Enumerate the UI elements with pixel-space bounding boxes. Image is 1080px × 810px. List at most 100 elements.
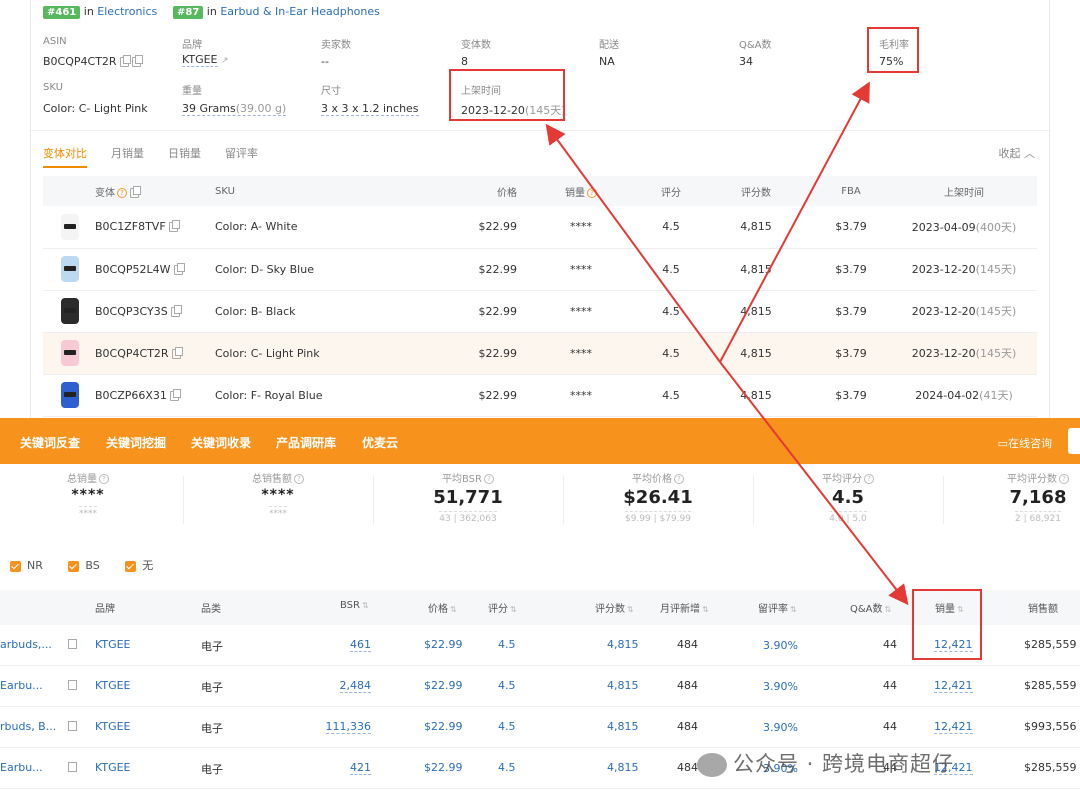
- sort-icon[interactable]: ⇅: [627, 605, 634, 614]
- nav-keyword-mining[interactable]: 关键词挖掘: [106, 434, 166, 451]
- header-reviews[interactable]: 评分数 ⇅: [595, 600, 634, 615]
- tab-monthly-sales[interactable]: 月销量: [111, 145, 144, 161]
- size-value: 3 x 3 x 1.2 inches: [321, 102, 419, 116]
- help-icon[interactable]: ?: [864, 474, 874, 484]
- tab-variant-compare[interactable]: 变体对比: [43, 145, 87, 168]
- header-qa[interactable]: Q&A数 ⇅: [850, 600, 891, 615]
- variant-asin[interactable]: B0CZP66X31: [95, 389, 167, 402]
- brand-link[interactable]: KTGEE: [95, 720, 131, 733]
- checkbox-checked[interactable]: [125, 560, 137, 572]
- online-consult-button[interactable]: ▭在线咨询: [998, 435, 1052, 451]
- sort-icon[interactable]: ⇅: [362, 601, 369, 610]
- sales-link[interactable]: 12,421: [934, 720, 973, 734]
- checkbox-checked[interactable]: [68, 560, 80, 572]
- header-price[interactable]: 价格 ⇅: [428, 600, 457, 615]
- variant-row[interactable]: B0C1ZF8TVF Color: A- White $22.99 **** 4…: [43, 206, 1037, 249]
- listed-highlight-box: [449, 69, 565, 121]
- help-icon[interactable]: ?: [587, 187, 597, 198]
- header-bsr[interactable]: BSR ⇅: [340, 600, 369, 611]
- sales-link[interactable]: 12,421: [934, 679, 973, 693]
- product-title-link[interactable]: rbuds, B...: [0, 720, 56, 733]
- brand-link[interactable]: KTGEE ↗: [182, 53, 229, 67]
- bsr-link[interactable]: 2,484: [339, 679, 371, 693]
- doc-icon[interactable]: [68, 639, 77, 652]
- table-row[interactable]: Earbu... KTGEE 电子 2,484 $22.99 4.5 4,815…: [0, 666, 1080, 707]
- collapse-button[interactable]: 收起 ︿: [999, 145, 1036, 161]
- divider: [31, 130, 1049, 131]
- side-flag-icon[interactable]: [1068, 428, 1080, 454]
- copy-icon[interactable]: [173, 262, 185, 275]
- doc-icon[interactable]: [68, 762, 77, 775]
- filter-bs[interactable]: BS: [68, 559, 100, 572]
- filter-nr[interactable]: NR: [10, 559, 43, 572]
- sort-icon[interactable]: ⇅: [885, 605, 892, 614]
- variant-asin[interactable]: B0CQP52L4W: [95, 263, 171, 276]
- help-icon[interactable]: ?: [483, 474, 494, 484]
- product-title-link[interactable]: arbuds,...: [0, 638, 52, 651]
- table-row[interactable]: arbuds,... KTGEE 电子 461 $22.99 4.5 4,815…: [0, 625, 1080, 666]
- brand-link[interactable]: KTGEE: [95, 638, 131, 651]
- copy-icon[interactable]: [168, 220, 180, 233]
- bsr-link[interactable]: 461: [350, 638, 371, 652]
- help-icon[interactable]: ?: [674, 474, 684, 484]
- rank-category-link[interactable]: Earbud & In-Ear Headphones: [220, 5, 380, 18]
- doc-icon[interactable]: [68, 680, 77, 693]
- product-thumbnail[interactable]: [61, 256, 79, 282]
- variant-reviews: 4,815: [701, 374, 811, 417]
- help-icon[interactable]: ?: [117, 187, 127, 198]
- bsr-link[interactable]: 421: [350, 761, 371, 775]
- copy-icon[interactable]: [131, 55, 143, 67]
- tab-daily-sales[interactable]: 日销量: [168, 145, 201, 161]
- header-rating[interactable]: 评分 ⇅: [488, 600, 517, 615]
- stat-value: ****: [261, 487, 295, 503]
- stat-value: 7,168: [1009, 487, 1067, 508]
- rank-category-link[interactable]: Electronics: [97, 5, 157, 18]
- monthly-new-cell: 484: [677, 720, 698, 733]
- sales-link[interactable]: 12,421: [934, 638, 973, 652]
- doc-icon[interactable]: [68, 721, 77, 734]
- product-title-link[interactable]: Earbu...: [0, 679, 43, 692]
- variant-thumb-cell: [43, 248, 91, 291]
- header-monthly-new[interactable]: 月评新增 ⇅: [660, 600, 709, 615]
- thumb-header: [43, 176, 91, 206]
- brand-link[interactable]: KTGEE: [95, 761, 131, 774]
- variant-asin[interactable]: B0C1ZF8TVF: [95, 220, 166, 233]
- brand-text[interactable]: KTGEE: [182, 53, 218, 67]
- filter-none[interactable]: 无: [125, 559, 153, 572]
- product-thumbnail[interactable]: [61, 340, 79, 366]
- copy-icon[interactable]: [170, 304, 182, 317]
- header-review-rate[interactable]: 留评率 ⇅: [758, 600, 797, 615]
- nav-keyword-reverse[interactable]: 关键词反查: [20, 434, 80, 451]
- tab-review-rate[interactable]: 留评率: [225, 145, 258, 161]
- copy-icon[interactable]: [130, 185, 141, 198]
- product-thumbnail[interactable]: [61, 382, 79, 408]
- help-icon[interactable]: ?: [294, 474, 304, 484]
- checkbox-checked[interactable]: [10, 560, 21, 572]
- variant-asin[interactable]: B0CQP3CY3S: [95, 305, 168, 318]
- variant-row[interactable]: B0CQP4CT2R Color: C- Light Pink $22.99 *…: [43, 332, 1037, 375]
- sort-icon[interactable]: ⇅: [702, 605, 709, 614]
- variant-row[interactable]: B0CQP52L4W Color: D- Sky Blue $22.99 ***…: [43, 248, 1037, 291]
- external-link-icon[interactable]: ↗: [221, 56, 229, 66]
- table-row[interactable]: rbuds, B... KTGEE 电子 111,336 $22.99 4.5 …: [0, 707, 1080, 748]
- nav-youmaiyun[interactable]: 优麦云: [362, 434, 398, 451]
- nav-product-research[interactable]: 产品调研库: [276, 434, 336, 451]
- variant-row[interactable]: B0CQP3CY3S Color: B- Black $22.99 **** 4…: [43, 290, 1037, 333]
- copy-icon[interactable]: [171, 346, 183, 359]
- variant-asin[interactable]: B0CQP4CT2R: [95, 347, 169, 360]
- product-thumbnail[interactable]: [61, 213, 79, 240]
- sort-icon[interactable]: ⇅: [510, 605, 517, 614]
- variant-row[interactable]: B0CZP66X31 Color: F- Royal Blue $22.99 *…: [43, 374, 1037, 417]
- brand-link[interactable]: KTGEE: [95, 679, 131, 692]
- rating-cell: 4.5: [498, 720, 516, 733]
- copy-icon[interactable]: [119, 55, 131, 67]
- bsr-link[interactable]: 111,336: [325, 720, 371, 734]
- product-thumbnail[interactable]: [61, 298, 79, 324]
- product-title-link[interactable]: Earbu...: [0, 761, 43, 774]
- nav-keyword-index[interactable]: 关键词收录: [191, 434, 251, 451]
- help-icon[interactable]: ?: [1059, 474, 1069, 484]
- sort-icon[interactable]: ⇅: [450, 605, 457, 614]
- sort-icon[interactable]: ⇅: [790, 605, 797, 614]
- copy-icon[interactable]: [169, 388, 181, 401]
- help-icon[interactable]: ?: [99, 474, 109, 484]
